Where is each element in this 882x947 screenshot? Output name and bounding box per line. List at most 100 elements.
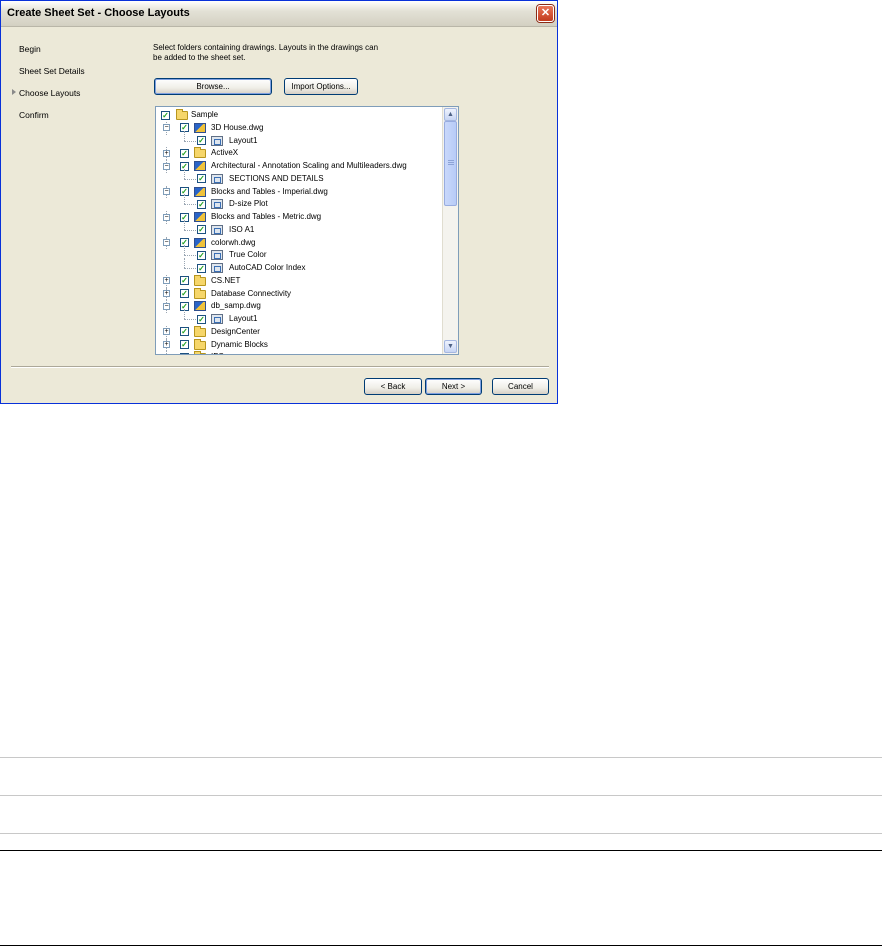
tree-item-checkbox[interactable]: ✓ [161,110,170,120]
tree-item[interactable]: ✓ D-size Plot [156,194,444,211]
tree-item[interactable]: + ✓ ActiveX [156,147,444,160]
tree-item[interactable]: ✓ ISO A1 [156,219,444,237]
create-sheet-set-dialog: Create Sheet Set - Choose Layouts ✕ Begi… [0,0,558,404]
nav-step-confirm: Confirm [11,107,136,129]
expand-icon[interactable]: + [163,290,170,297]
page-rule [0,850,882,851]
tree-item[interactable]: ✓ Layout1 [156,309,444,326]
close-button[interactable]: ✕ [537,5,554,22]
tree-item-label: 3D House.dwg [211,122,264,132]
tree-item[interactable]: ✓ Sample [156,109,444,122]
expand-icon[interactable]: + [163,277,170,285]
tree-item[interactable]: − ✓ 3D House.dwg [156,121,444,135]
tree-item-checkbox[interactable]: ✓ [197,136,206,145]
folder-icon [194,338,206,350]
nav-step-label: Confirm [19,110,49,120]
tree-item[interactable]: + ✓ IFC [156,351,444,354]
tree-item-checkbox[interactable]: ✓ [180,289,189,298]
tree-connector-line [184,140,196,142]
tree-rows: ✓ Sample − ✓ 3D House.dwg ✓ Layout1 + ✓ ActiveX − ✓… [156,109,444,354]
tree-item-label: Layout1 [229,314,258,323]
dwg-icon [194,161,206,171]
collapse-icon[interactable]: − [163,162,170,170]
expand-icon[interactable]: + [163,353,170,354]
page-rule [0,795,882,796]
tree-item-label: True Color [229,250,267,260]
tree-item-label: Sample [191,110,219,119]
tree-item-checkbox[interactable]: ✓ [180,352,189,354]
expand-icon[interactable]: + [163,328,170,336]
tree-item-label: Blocks and Tables - Metric.dwg [211,212,322,221]
collapse-icon[interactable]: − [163,302,170,310]
tree-item[interactable]: + ✓ DesignCenter [156,325,444,339]
layout-icon [211,199,223,210]
tree-item-checkbox[interactable]: ✓ [197,250,206,260]
collapse-icon[interactable]: − [163,239,170,246]
tree-item[interactable]: ✓ True Color [156,245,444,262]
back-button[interactable]: < Back [364,378,422,395]
tree-item-label: colorwh.dwg [211,237,256,247]
tree-item[interactable]: + ✓ Database Connectivity [156,287,444,301]
tree-connector-line [184,130,185,141]
tree-item-label: D-size Plot [229,199,268,209]
folder-icon [194,287,206,299]
instructions-text: Select folders containing drawings. Layo… [153,43,379,62]
tree-item-label: DesignCenter [211,326,260,336]
scroll-grip-line [448,160,454,161]
tree-item-checkbox[interactable]: ✓ [180,327,189,337]
scroll-thumb[interactable] [444,121,457,206]
scroll-up-button[interactable]: ▲ [444,108,457,121]
tree-item-checkbox[interactable]: ✓ [197,314,206,324]
scroll-down-button[interactable]: ▼ [444,340,457,353]
tree-item[interactable]: + ✓ CS.NET [156,274,444,288]
tree-item-label: ISO A1 [229,224,255,234]
tree-item[interactable]: − ✓ Blocks and Tables - Imperial.dwg [156,185,444,199]
nav-step-sheet-set-details: Sheet Set Details [11,63,136,85]
collapse-icon[interactable]: − [163,124,170,132]
expand-icon[interactable]: + [163,341,170,348]
layout-icon [211,224,223,235]
tree-item-label: db_samp.dwg [211,301,261,311]
tree-item-checkbox[interactable]: ✓ [197,199,206,209]
tree-item[interactable]: ✓ SECTIONS AND DETAILS [156,168,444,186]
tree-item[interactable]: ✓ Layout1 [156,130,444,148]
collapse-icon[interactable]: − [163,188,170,195]
tree-item[interactable]: ✓ AutoCAD Color Index [156,258,444,275]
tree-item[interactable]: − ✓ Blocks and Tables - Metric.dwg [156,211,444,224]
tree-item-label: SECTIONS AND DETAILS [229,173,324,183]
tree-item[interactable]: − ✓ colorwh.dwg [156,236,444,250]
next-button[interactable]: Next > [425,378,482,395]
import-options-button[interactable]: Import Options... [284,78,358,95]
tree-item[interactable]: + ✓ Dynamic Blocks [156,338,444,352]
tree-item[interactable]: − ✓ Architectural - Annotation Scaling and… [156,160,444,173]
button-separator [11,366,549,368]
tree-item-checkbox[interactable]: ✓ [197,174,206,184]
tree-item-checkbox[interactable]: ✓ [180,340,189,349]
tree-item-label: ActiveX [211,148,239,158]
title-bar[interactable]: Create Sheet Set - Choose Layouts ✕ [1,1,557,27]
tree-item-checkbox[interactable]: ✓ [180,276,189,286]
tree-item-label: Architectural - Annotation Scaling and M… [211,161,407,170]
nav-step-label: Choose Layouts [19,88,81,98]
wizard-steps-nav: Begin Sheet Set Details Choose Layouts Conf… [11,41,136,129]
tree-item-label: Blocks and Tables - Imperial.dwg [211,186,328,196]
nav-step-begin: Begin [11,41,136,63]
tree-item[interactable]: − ✓ db_samp.dwg [156,300,444,313]
folder-icon [194,325,206,337]
tree-connector-line [184,194,185,205]
drawings-tree-view[interactable]: ✓ Sample − ✓ 3D House.dwg ✓ Layout1 + ✓ ActiveX − ✓… [155,106,459,355]
tree-item-label: Layout1 [229,135,258,145]
expand-icon[interactable]: + [163,149,170,157]
tree-connector-line [184,204,196,206]
collapse-icon[interactable]: − [163,213,170,221]
page-rule [0,833,882,834]
tree-item-checkbox[interactable]: ✓ [197,263,206,273]
tree-connector-line [184,258,185,268]
layout-icon [211,135,223,146]
tree-item-checkbox[interactable]: ✓ [197,225,206,235]
tree-item-checkbox[interactable]: ✓ [180,148,189,158]
tree-scrollbar[interactable]: ▲ ▼ [442,107,458,354]
browse-button[interactable]: Browse... [154,78,272,95]
cancel-button[interactable]: Cancel [492,378,549,395]
tree-connector-line [184,168,185,179]
